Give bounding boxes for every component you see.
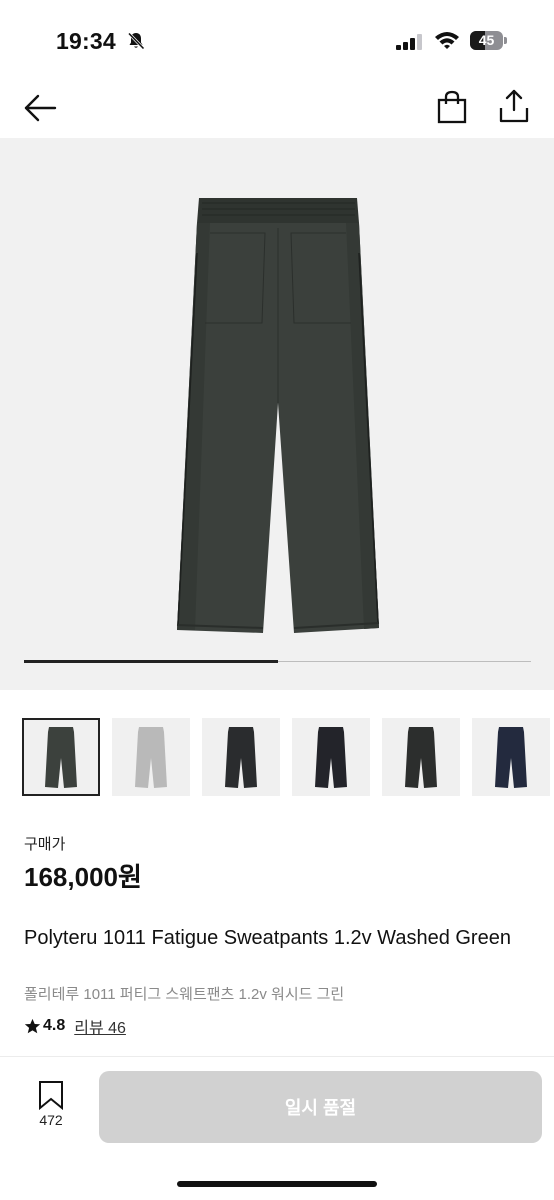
thumbnail-1[interactable] xyxy=(22,718,100,796)
gallery-progress-bar xyxy=(24,660,278,663)
price-label: 구매가 xyxy=(24,836,66,853)
arrow-left-icon xyxy=(24,94,57,122)
pants-thumbnail-image xyxy=(135,727,167,788)
status-time: 19:34 xyxy=(56,28,116,54)
thumbnail-4[interactable] xyxy=(292,718,370,796)
star-icon xyxy=(24,1018,41,1033)
product-title: Polyteru 1011 Fatigue Sweatpants 1.2v Wa… xyxy=(24,927,511,949)
pants-thumbnail-image xyxy=(225,727,257,788)
pants-thumbnail-image xyxy=(405,727,437,788)
bell-muted-icon xyxy=(127,32,145,50)
battery-percent: 45 xyxy=(478,32,495,48)
thumbnail-strip xyxy=(0,718,554,800)
bookmark-button[interactable]: 472 xyxy=(30,1080,72,1132)
product-title-korean: 폴리테루 1011 퍼티그 스웨트팬츠 1.2v 워시드 그린 xyxy=(24,986,345,1003)
thumbnail-3[interactable] xyxy=(202,718,280,796)
home-indicator xyxy=(177,1181,377,1187)
rating-row: 4.8 리뷰 46 xyxy=(24,1015,126,1037)
back-button[interactable] xyxy=(22,90,58,126)
thumbnail-6[interactable] xyxy=(472,718,550,796)
status-bar: 19:34 45 xyxy=(0,0,554,80)
bookmark-icon xyxy=(39,1081,63,1111)
pants-thumbnail-image xyxy=(45,727,77,788)
cellular-signal-icon xyxy=(396,34,422,50)
divider xyxy=(0,1056,554,1057)
product-image-gallery[interactable] xyxy=(0,138,554,690)
review-link[interactable]: 리뷰 46 xyxy=(74,1014,126,1038)
pants-thumbnail-image xyxy=(495,727,527,788)
thumbnail-2[interactable] xyxy=(112,718,190,796)
shopping-bag-button[interactable] xyxy=(437,90,467,124)
shopping-bag-icon xyxy=(437,90,467,124)
product-main-image xyxy=(176,198,380,633)
thumbnail-5[interactable] xyxy=(382,718,460,796)
pants-thumbnail-image xyxy=(315,727,347,788)
rating-value: 4.8 xyxy=(43,1017,66,1034)
nav-bar xyxy=(0,80,554,136)
wifi-icon xyxy=(435,32,459,49)
battery-indicator: 45 xyxy=(470,31,507,50)
share-button[interactable] xyxy=(498,88,530,124)
gallery-progress-track xyxy=(24,660,531,663)
bookmark-count: 472 xyxy=(39,1112,63,1128)
sold-out-button[interactable]: 일시 품절 xyxy=(99,1071,542,1143)
product-price: 168,000원 xyxy=(24,862,142,892)
share-icon xyxy=(499,89,529,123)
